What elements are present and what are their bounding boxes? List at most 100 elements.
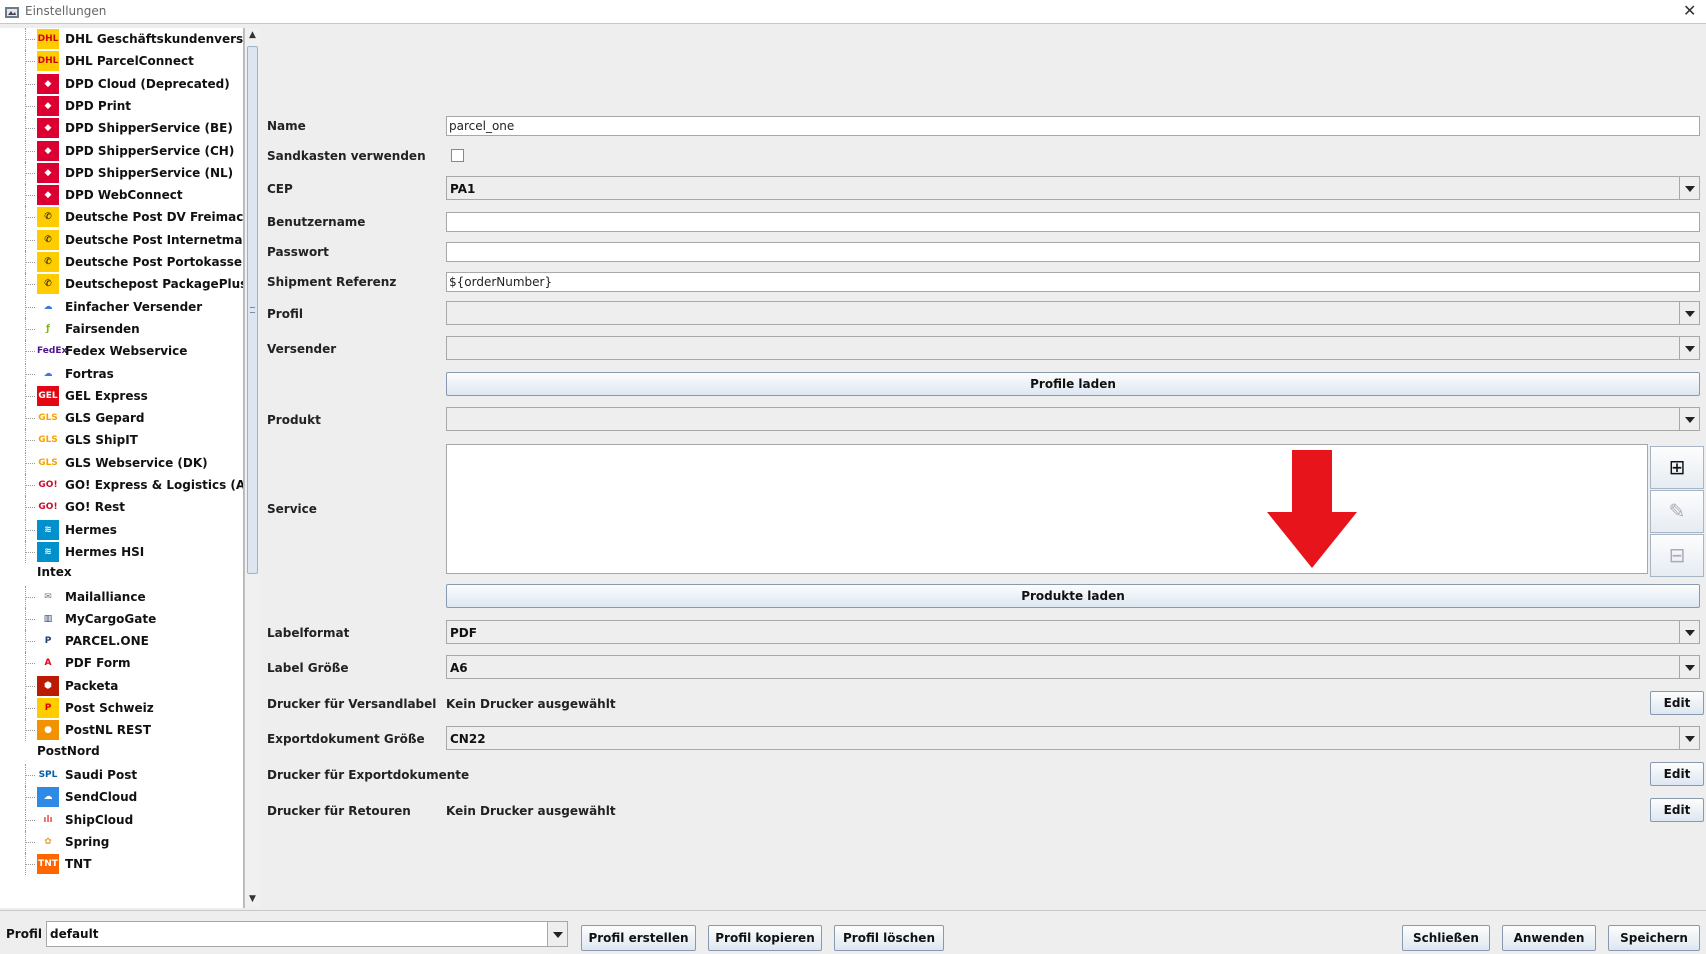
tree-item[interactable]: ✆ Deutschepost PackagePlus [0,273,243,296]
labelsize-label: Label Größe [267,661,349,675]
apply-button[interactable]: Anwenden [1502,925,1596,951]
edit-service-button[interactable]: ✎ [1650,490,1704,533]
tree-item[interactable]: DHL DHL Geschäftskundenversand [0,28,243,50]
chevron-down-icon[interactable] [1679,408,1699,430]
chevron-down-icon[interactable] [1679,621,1699,643]
tree-item[interactable]: FedEx Fedex Webservice [0,340,243,363]
tree-item[interactable]: ◆ DPD WebConnect [0,184,243,207]
tree-item[interactable]: ☁ SendCloud [0,786,243,809]
dpd-icon: ◆ [37,162,59,183]
tree-item[interactable]: PostNord [0,740,243,762]
labelformat-select-value: PDF [450,626,477,640]
tree-item[interactable]: DHL DHL ParcelConnect [0,50,243,73]
profile-label: Profil [6,927,42,941]
deutsche-post-icon: ✆ [37,207,59,228]
tree-item-label: DPD WebConnect [65,188,183,203]
tree-item[interactable]: ◆ DPD ShipperService (CH) [0,139,243,162]
tree-connector [25,128,35,130]
load-products-button[interactable]: Produkte laden [446,584,1700,608]
tree-item[interactable]: GO! GO! Rest [0,496,243,519]
tree-item[interactable]: GLS GLS ShipIT [0,429,243,452]
labelsize-select[interactable]: A6 [446,655,1700,679]
tree-item-label: Deutsche Post DV Freimachung [65,210,244,225]
username-input[interactable] [446,212,1700,232]
tree-item[interactable]: ≋ Hermes [0,518,243,541]
tree-scrollbar[interactable]: ▲ ▼ [244,28,260,908]
load-profiles-button[interactable]: Profile laden [446,372,1700,396]
copy-profile-button[interactable]: Profil kopieren [708,925,822,951]
tree-item-label: Einfacher Versender [65,299,203,314]
tree-item[interactable]: ılı ShipCloud [0,808,243,831]
tree-item[interactable]: ⬢ Packeta [0,674,243,697]
tree-item[interactable]: Intex [0,561,243,583]
service-list[interactable] [446,444,1648,574]
dpd-icon: ◆ [37,185,59,206]
tree-item[interactable]: GLS GLS Webservice (DK) [0,451,243,474]
scroll-thumb[interactable] [247,46,258,574]
edit-printer-export-button[interactable]: Edit [1650,762,1704,786]
create-profile-button[interactable]: Profil erstellen [581,925,696,951]
tree-item[interactable]: ☁ Fortras [0,362,243,385]
tree-item[interactable]: ✆ Deutsche Post DV Freimachung [0,206,244,229]
chevron-down-icon[interactable] [547,922,567,946]
save-button[interactable]: Speichern [1608,925,1700,951]
profile-combo[interactable]: default [46,921,568,947]
delete-profile-button[interactable]: Profil löschen [834,925,944,951]
tree-item[interactable]: ✉ Mailalliance [0,585,243,608]
profile-select[interactable] [446,301,1700,325]
chevron-down-icon[interactable] [1679,302,1699,324]
export-size-label: Exportdokument Größe [267,732,425,746]
tree-item[interactable]: ✿ Spring [0,830,243,853]
spring-icon: ✿ [37,831,59,852]
tree-item[interactable]: ☁ Einfacher Versender [0,295,243,318]
password-input[interactable] [446,242,1700,262]
edit-printer-returns-button[interactable]: Edit [1650,798,1704,822]
profile-combo-value: default [50,927,99,941]
chevron-down-icon[interactable] [1679,656,1699,678]
tree-item-label: GLS ShipIT [65,433,138,448]
close-button[interactable]: Schließen [1402,925,1490,951]
window-title: Einstellungen [25,4,107,18]
tree-item[interactable]: ◆ DPD ShipperService (BE) [0,117,243,140]
tree-connector [25,596,35,598]
carrier-tree[interactable]: DHL DHL Geschäftskundenversand DHL DHL Parc… [0,28,244,908]
tree-item-label: DPD Cloud (Deprecated) [65,76,230,91]
deutsche-post-icon: ✆ [37,274,59,295]
scroll-up-icon[interactable]: ▲ [247,30,258,42]
export-size-select[interactable]: CN22 [446,726,1700,750]
remove-service-button[interactable]: ⊟ [1650,534,1704,577]
close-icon[interactable]: ✕ [1683,1,1696,20]
chevron-down-icon[interactable] [1679,337,1699,359]
product-select[interactable] [446,407,1700,431]
tree-item[interactable]: SPL Saudi Post [0,763,243,786]
sender-select[interactable] [446,336,1700,360]
tree-item[interactable]: ◆ DPD Cloud (Deprecated) [0,72,243,95]
tree-item[interactable]: ● PostNL REST [0,719,243,742]
tree-item[interactable]: TNT TNT [0,853,243,876]
tree-item[interactable]: ◆ DPD Print [0,94,243,117]
tree-item[interactable]: GEL GEL Express [0,384,243,407]
shipment-ref-input[interactable]: ${orderNumber} [446,272,1700,292]
tree-item-label: Deutsche Post Portokasse [65,255,243,269]
tree-item[interactable]: GLS GLS Gepard [0,407,243,430]
tree-item[interactable]: A PDF Form [0,652,243,675]
chevron-down-icon[interactable] [1679,727,1699,749]
tree-item[interactable]: ✆ Deutsche Post Portokasse [0,251,243,273]
tree-item[interactable]: P Post Schweiz [0,697,243,719]
name-input[interactable]: parcel_one [446,116,1700,136]
add-service-button[interactable]: ⊞ [1650,446,1704,489]
edit-printer-shipping-button[interactable]: Edit [1650,691,1704,715]
labelsize-select-value: A6 [450,661,468,675]
tree-item[interactable]: ◆ DPD ShipperService (NL) [0,161,243,184]
scroll-down-icon[interactable]: ▼ [247,894,258,906]
labelformat-select[interactable]: PDF [446,620,1700,644]
tree-item[interactable]: ✆ Deutsche Post Internetmarke [0,228,243,251]
tree-item[interactable]: ▥ MyCargoGate [0,607,243,630]
tree-item[interactable]: ≋ Hermes HSI [0,540,243,563]
tree-item[interactable]: GO! GO! Express & Logistics (AX4) [0,474,243,496]
tree-item[interactable]: P PARCEL.ONE [0,630,243,653]
chevron-down-icon[interactable] [1679,177,1699,199]
sandbox-checkbox[interactable] [451,149,464,162]
cep-select[interactable]: PA1 [446,176,1700,200]
tree-item[interactable]: ƒ Fairsenden [0,317,243,340]
